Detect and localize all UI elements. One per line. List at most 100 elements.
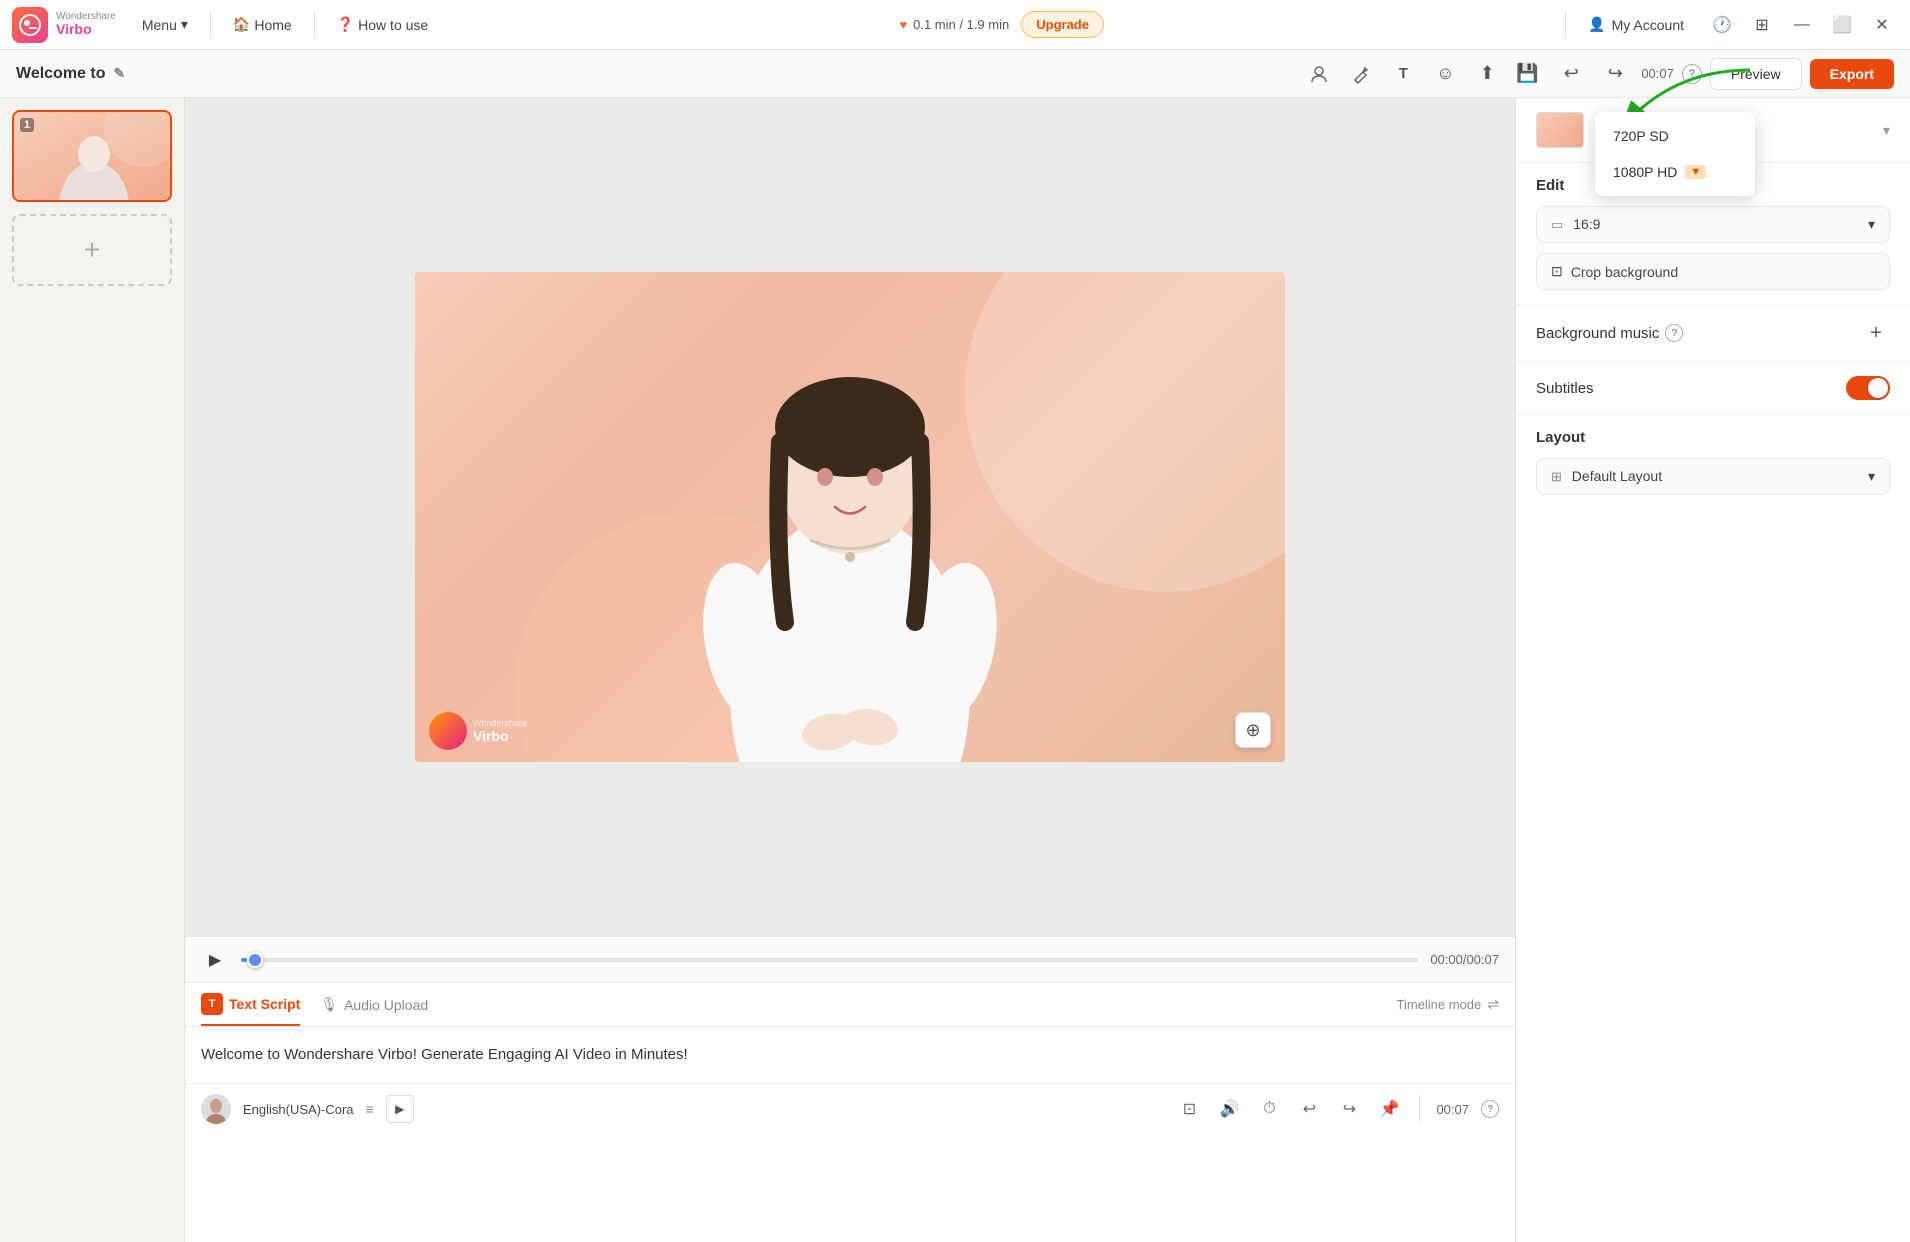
add-slide-button[interactable]: +	[12, 214, 172, 286]
layout-section: Layout ⊞ Default Layout ▾	[1516, 415, 1910, 509]
minimize-button[interactable]: —	[1786, 9, 1818, 41]
virbo-logo-icon	[12, 7, 48, 43]
layout-section-label: Layout	[1536, 429, 1890, 446]
slide-number-1: 1	[20, 118, 34, 132]
preview-label: Preview	[1731, 66, 1781, 82]
timeline-mode-area: Timeline mode ⇌	[1396, 996, 1499, 1013]
topbar-center: ♥ 0.1 min / 1.9 min Upgrade	[446, 11, 1557, 38]
history-icon: 🕐	[1712, 15, 1732, 35]
add-slide-icon: +	[84, 234, 100, 266]
subtitles-toggle[interactable]	[1846, 376, 1890, 400]
preview-button[interactable]: Preview	[1710, 58, 1802, 90]
background-music-text: Background music	[1536, 325, 1659, 342]
dropdown-item-720p[interactable]: 720P SD	[1595, 118, 1755, 154]
voice-name: English(USA)-Cora	[243, 1102, 354, 1117]
background-music-label: Background music ?	[1536, 324, 1683, 342]
export-button[interactable]: Export	[1810, 59, 1894, 89]
crop-icon: ⊡	[1551, 263, 1563, 280]
music-help-icon[interactable]: ?	[1665, 324, 1683, 342]
play-button[interactable]: ▶	[201, 946, 229, 974]
how-to-use-button[interactable]: ❓ How to use	[323, 10, 442, 39]
layout-left: ⊞ Default Layout	[1551, 468, 1662, 485]
topbar-right: 👤 My Account 🕐 ⊞ — ⬜ ✕	[1574, 9, 1898, 41]
default-layout-label: Default Layout	[1572, 468, 1662, 484]
layout-chevron-icon: ▾	[1868, 468, 1875, 485]
zoom-button[interactable]: ⊕	[1235, 712, 1271, 748]
grid-button[interactable]: ⊞	[1746, 9, 1778, 41]
video-canvas: Wondershare Virbo ⊕	[185, 98, 1515, 936]
script-area: T Text Script 🎙 Audio Upload Timeline mo…	[185, 982, 1515, 1242]
avatar-svg	[415, 272, 1285, 762]
logo-line2: Virbo	[56, 22, 116, 37]
voice-play-button[interactable]: ▶	[386, 1095, 414, 1123]
history-button[interactable]: 🕐	[1706, 9, 1738, 41]
audio-upload-tab[interactable]: 🎙 Audio Upload	[320, 996, 428, 1013]
text-tool-icon: T	[1399, 65, 1408, 82]
add-music-button[interactable]: +	[1862, 319, 1890, 347]
right-panel: 🖼 Background Color ▾ Edit ▭ 16:9 ▾ ⊡ Cro…	[1515, 98, 1910, 1242]
bottom-redo-btn[interactable]: ↪	[1335, 1095, 1363, 1123]
undo-icon: ↩	[1564, 63, 1579, 84]
slide-thumbnail-1	[14, 112, 170, 200]
voice-settings-icon[interactable]: ≡	[366, 1101, 374, 1117]
script-content[interactable]: Welcome to Wondershare Virbo! Generate E…	[185, 1027, 1515, 1083]
emoji-tool-icon: ☺	[1436, 63, 1454, 84]
watermark-logo-icon	[429, 712, 467, 750]
ratio-value: 16:9	[1573, 216, 1600, 232]
audio-upload-label: Audio Upload	[344, 997, 428, 1013]
menu-button[interactable]: Menu ▾	[128, 10, 202, 39]
emoji-tool-button[interactable]: ☺	[1427, 56, 1463, 92]
play-icon: ▶	[209, 952, 221, 969]
my-account-button[interactable]: 👤 My Account	[1574, 10, 1698, 39]
bottom-help-icon[interactable]: ?	[1481, 1100, 1499, 1118]
topbar-separator-3	[1565, 11, 1566, 39]
main-content: 1 +	[0, 98, 1910, 1242]
account-icon: 👤	[1588, 16, 1605, 33]
close-button[interactable]: ✕	[1866, 9, 1898, 41]
bottom-undo-btn[interactable]: ↩	[1295, 1095, 1323, 1123]
brush-tool-button[interactable]	[1343, 56, 1379, 92]
redo-icon: ↪	[1608, 63, 1623, 84]
bottom-pin-btn[interactable]: 📌	[1375, 1095, 1403, 1123]
layout-select[interactable]: ⊞ Default Layout ▾	[1536, 458, 1890, 495]
watermark-brand: Wondershare	[473, 718, 527, 728]
text-script-tab[interactable]: T Text Script	[201, 983, 300, 1026]
toolbar: Welcome to ✎ T ☺ ⬆ 💾 ↩ ↪ 00:07 ?	[0, 50, 1910, 98]
crop-background-button[interactable]: ⊡ Crop background	[1536, 253, 1890, 290]
720p-label: 720P SD	[1613, 128, 1669, 144]
edit-title-icon[interactable]: ✎	[114, 65, 126, 82]
timeline-icon[interactable]: ⇌	[1487, 996, 1499, 1013]
bottom-tool-1[interactable]: ⊡	[1175, 1095, 1203, 1123]
topbar-separator-1	[210, 11, 211, 39]
upload-tool-icon: ⬆	[1480, 63, 1495, 84]
maximize-button[interactable]: ⬜	[1826, 9, 1858, 41]
ratio-select[interactable]: ▭ 16:9 ▾	[1536, 206, 1890, 243]
toolbar-help-icon[interactable]: ?	[1682, 64, 1702, 84]
background-color-chevron-icon[interactable]: ▾	[1883, 122, 1890, 139]
timeline-mode-label: Timeline mode	[1396, 997, 1481, 1012]
bottom-tool-2[interactable]: 🔊	[1215, 1095, 1243, 1123]
save-button[interactable]: 💾	[1509, 56, 1545, 92]
subtitles-row: Subtitles	[1536, 376, 1890, 400]
text-tool-button[interactable]: T	[1385, 56, 1421, 92]
text-script-tab-icon: T	[201, 993, 223, 1015]
watermark-text: Wondershare Virbo	[473, 718, 527, 744]
dropdown-item-1080p[interactable]: 1080P HD ▼	[1595, 154, 1755, 190]
watermark-product: Virbo	[473, 728, 527, 744]
video-area: Wondershare Virbo ⊕ ▶ 00:00/00:07	[185, 98, 1515, 1242]
redo-button[interactable]: ↪	[1597, 56, 1633, 92]
my-account-label: My Account	[1612, 17, 1684, 33]
progress-track[interactable]	[241, 958, 1418, 962]
project-title-text: Welcome to	[16, 65, 106, 83]
slide-item-1[interactable]: 1	[12, 110, 172, 202]
close-icon: ✕	[1875, 15, 1888, 35]
avatar-tool-button[interactable]	[1301, 56, 1337, 92]
undo-button[interactable]: ↩	[1553, 56, 1589, 92]
progress-thumb[interactable]	[247, 952, 263, 968]
voice-bar: English(USA)-Cora ≡ ▶ ⊡ 🔊 ⏱ ↩ ↪ 📌 00:07 …	[185, 1083, 1515, 1134]
upgrade-button[interactable]: Upgrade	[1021, 11, 1104, 38]
upload-tool-button[interactable]: ⬆	[1469, 56, 1505, 92]
home-button[interactable]: 🏠 Home	[219, 10, 306, 39]
playback-time: 00:00/00:07	[1430, 952, 1499, 967]
bottom-tool-3[interactable]: ⏱	[1255, 1095, 1283, 1123]
